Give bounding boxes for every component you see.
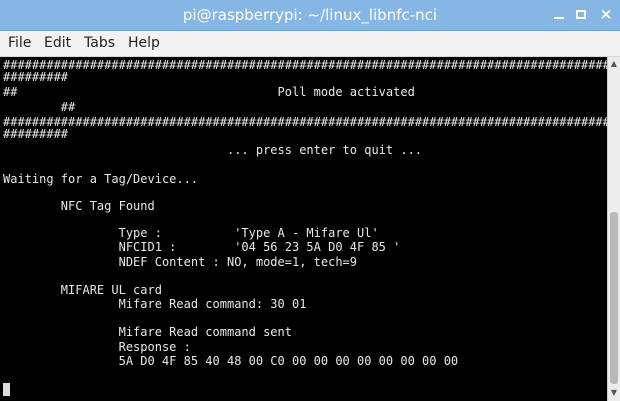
terminal-output[interactable]: ########################################… (0, 57, 607, 401)
terminal-line: ########################################… (3, 58, 607, 72)
menu-help[interactable]: Help (128, 35, 160, 51)
minimize-glyph (554, 17, 564, 19)
menu-edit[interactable]: Edit (44, 35, 71, 51)
terminal-line: NFCID1 : '04 56 23 5A D0 4F 85 ' (3, 240, 401, 254)
terminal-line: Type : 'Type A - Mifare Ul' (3, 226, 379, 240)
maximize-icon[interactable] (572, 5, 590, 23)
terminal-line: ## Poll mode activated (3, 85, 415, 99)
scroll-up-arrow-icon[interactable]: ▲ (608, 58, 620, 70)
menu-bar: File Edit Tabs Help (0, 31, 620, 57)
minimize-icon[interactable] (550, 5, 568, 23)
terminal-line: MIFARE UL card (3, 283, 162, 297)
maximize-glyph (576, 10, 586, 19)
terminal-line: Waiting for a Tag/Device... (3, 172, 199, 186)
terminal-line: NDEF Content : NO, mode=1, tech=9 (3, 255, 358, 269)
terminal-line: ... press enter to quit ... (3, 143, 423, 157)
terminal-line: ######### (3, 70, 69, 84)
menu-tabs[interactable]: Tabs (84, 35, 115, 51)
terminal-line: Response : (3, 340, 191, 354)
close-icon[interactable]: × (597, 5, 615, 23)
scroll-down-arrow-icon[interactable]: ▼ (608, 387, 620, 399)
terminal-scrollbar[interactable]: ▲ ▼ (607, 57, 620, 401)
scrollbar-thumb[interactable] (610, 212, 618, 384)
terminal-line: ######### (3, 127, 69, 141)
terminal-cursor (3, 383, 10, 396)
terminal-line: ## (3, 100, 76, 114)
terminal-line: Mifare Read command sent (3, 325, 292, 339)
menu-file[interactable]: File (8, 35, 31, 51)
window-title: pi@raspberrypi: ~/linux_libnfc-nci (182, 6, 438, 24)
terminal-line: 5A D0 4F 85 40 48 00 C0 00 00 00 00 00 0… (3, 354, 459, 368)
terminal-line: ########################################… (3, 115, 607, 129)
terminal-line: NFC Tag Found (3, 199, 155, 213)
terminal-line: Mifare Read command: 30 01 (3, 297, 307, 311)
window-titlebar[interactable]: pi@raspberrypi: ~/linux_libnfc-nci × (0, 0, 620, 31)
